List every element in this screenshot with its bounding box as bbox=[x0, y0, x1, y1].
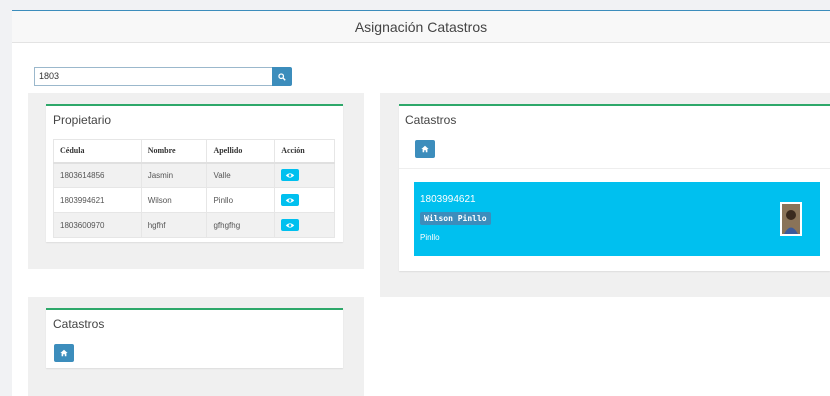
cell-apellido: Pinllo bbox=[206, 187, 276, 213]
home-button[interactable] bbox=[415, 140, 435, 158]
column-header-cedula: Cédula bbox=[53, 139, 142, 164]
divider bbox=[399, 168, 830, 169]
home-icon bbox=[60, 349, 68, 357]
table-row: 1803994621 Wilson Pinllo bbox=[53, 187, 335, 213]
propietario-table: Cédula Nombre Apellido Acción 1803614856… bbox=[53, 139, 335, 238]
view-button[interactable] bbox=[281, 169, 300, 182]
catastro-card[interactable]: 1803994621 Wilson Pinllo Pinllo bbox=[414, 182, 820, 256]
eye-icon bbox=[286, 173, 295, 178]
catastros-bottom-title: Catastros bbox=[53, 317, 105, 331]
cell-accion bbox=[274, 187, 335, 213]
cell-nombre: Jasmin bbox=[140, 162, 208, 188]
table-row: 1803614856 Jasmin Valle bbox=[53, 162, 335, 188]
cell-accion bbox=[274, 212, 335, 238]
cell-apellido: Valle bbox=[206, 162, 276, 188]
eye-icon bbox=[286, 222, 295, 228]
cell-cedula: 1803600970 bbox=[53, 212, 142, 238]
catastros-title: Catastros bbox=[405, 113, 457, 127]
search-button[interactable] bbox=[272, 67, 292, 86]
cell-nombre: Wilson bbox=[140, 187, 208, 213]
column-header-accion: Acción bbox=[274, 139, 335, 164]
cell-accion bbox=[274, 162, 335, 188]
card-cedula: 1803994621 bbox=[420, 194, 476, 205]
card-name-badge: Wilson Pinllo bbox=[420, 212, 491, 225]
column-header-nombre: Nombre bbox=[140, 139, 208, 164]
column-header-apellido: Apellido bbox=[206, 139, 276, 164]
eye-icon bbox=[286, 197, 295, 203]
search-input[interactable]: 1803 bbox=[34, 67, 274, 86]
avatar bbox=[780, 202, 802, 236]
page-header: Asignación Catastros bbox=[12, 11, 830, 43]
cell-apellido: gfhgfhg bbox=[206, 212, 276, 238]
cell-cedula: 1803614856 bbox=[53, 162, 142, 188]
table-row: 1803600970 hgfhf gfhgfhg bbox=[53, 212, 335, 238]
home-icon bbox=[421, 145, 429, 153]
cell-nombre: hgfhf bbox=[140, 212, 208, 238]
view-button[interactable] bbox=[281, 219, 300, 231]
main-page: Asignación Catastros 1803 Propietario Cé… bbox=[12, 10, 830, 396]
home-button[interactable] bbox=[54, 344, 74, 362]
page-title: Asignación Catastros bbox=[354, 19, 488, 35]
propietario-title: Propietario bbox=[53, 113, 112, 127]
catastros-box: Catastros 1803994621 Wilson Pinllo Pinll… bbox=[399, 104, 830, 271]
card-surname: Pinllo bbox=[420, 233, 440, 242]
search-icon bbox=[278, 72, 286, 81]
table-header-row: Cédula Nombre Apellido Acción bbox=[53, 139, 335, 164]
cell-cedula: 1803994621 bbox=[53, 187, 142, 213]
catastros-bottom-box: Catastros bbox=[46, 308, 343, 368]
view-button[interactable] bbox=[281, 194, 300, 206]
propietario-box: Propietario Cédula Nombre Apellido Acció… bbox=[46, 104, 343, 242]
